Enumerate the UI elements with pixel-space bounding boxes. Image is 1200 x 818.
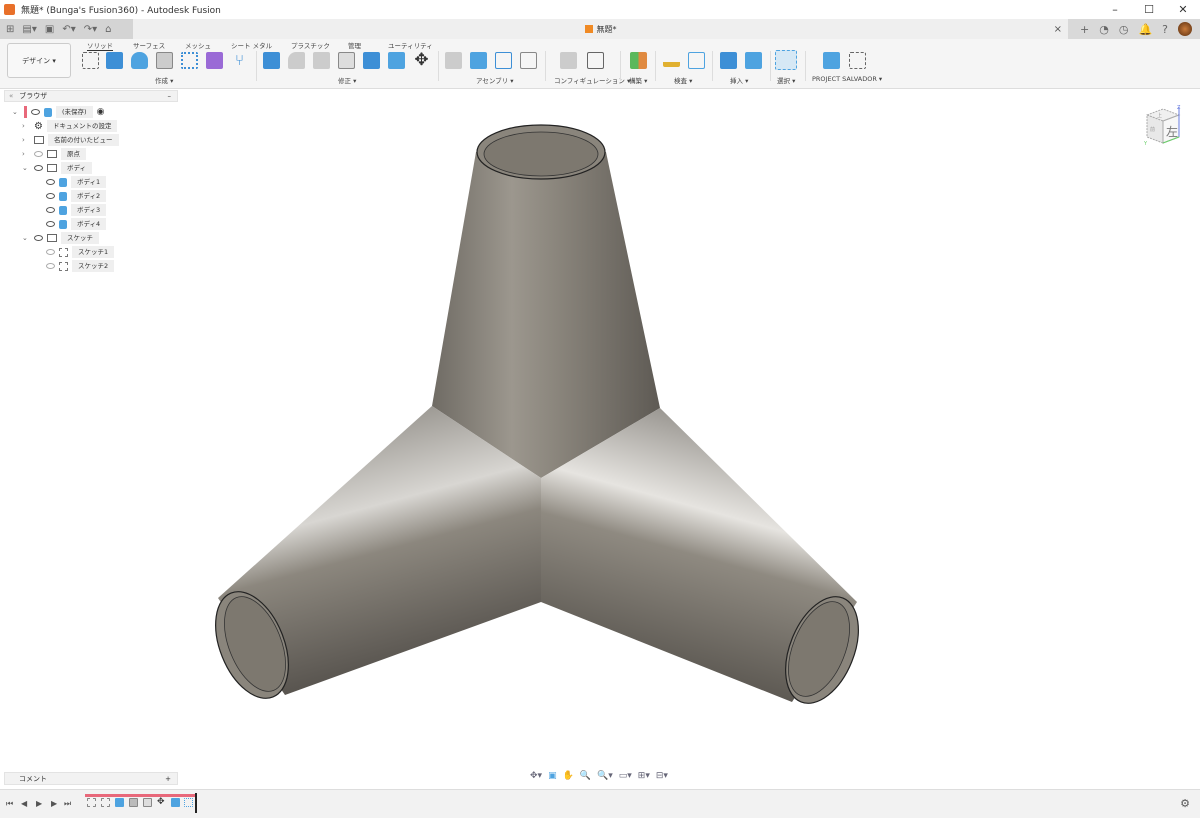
go-to-end-button[interactable]: ⏭ xyxy=(64,799,71,809)
z-axis-label: Z xyxy=(1177,105,1181,111)
timeline-circular-pattern-icon[interactable] xyxy=(184,798,193,807)
comments-label: コメント xyxy=(19,775,47,783)
look-at-icon[interactable]: ▣ xyxy=(548,771,557,781)
play-button[interactable]: ▶ xyxy=(36,799,42,808)
orbit-icon[interactable]: ✥▾ xyxy=(530,771,542,781)
comments-panel[interactable]: コメント + xyxy=(4,772,178,785)
add-comment-button[interactable]: + xyxy=(165,773,171,785)
timeline-sketch-icon[interactable] xyxy=(87,798,96,807)
viewports-icon[interactable]: ⊟▾ xyxy=(656,771,668,781)
fit-icon[interactable]: 🔍▾ xyxy=(597,771,613,781)
view-cube-top-label[interactable]: 上 xyxy=(1157,112,1162,119)
grid-settings-icon[interactable]: ⊞▾ xyxy=(638,771,650,781)
viewport-canvas[interactable] xyxy=(0,0,1200,818)
view-cube-front-label[interactable]: 前 xyxy=(1150,126,1155,133)
timeline-settings-icon[interactable]: ⚙ xyxy=(1180,797,1190,810)
timeline-plane-icon[interactable] xyxy=(171,798,180,807)
timeline-progress xyxy=(85,794,197,797)
timeline-loft-icon[interactable] xyxy=(129,798,138,807)
view-cube[interactable]: 左 上 前 Z Y xyxy=(1143,105,1183,147)
zoom-icon[interactable]: 🔍 xyxy=(580,771,591,781)
step-forward-button[interactable]: ▶ xyxy=(51,799,57,808)
timeline: ⏮ ◀ ▶ ▶ ⏭ ✥ ⚙ xyxy=(0,789,1200,818)
timeline-marker[interactable] xyxy=(195,793,197,813)
view-cube-face-label[interactable]: 左 xyxy=(1166,124,1178,139)
timeline-move-icon[interactable]: ✥ xyxy=(157,798,166,807)
timeline-revolve-icon[interactable] xyxy=(115,798,124,807)
y-axis-label: Y xyxy=(1143,141,1148,145)
navigation-bar: ✥▾ ▣ ✋ 🔍 🔍▾ ▭▾ ⊞▾ ⊟▾ xyxy=(530,771,668,781)
step-back-button[interactable]: ◀ xyxy=(21,799,27,808)
timeline-pattern-icon[interactable] xyxy=(143,798,152,807)
timeline-sketch-icon[interactable] xyxy=(101,798,110,807)
display-settings-icon[interactable]: ▭▾ xyxy=(619,771,632,781)
tetrapod-model[interactable] xyxy=(201,124,872,714)
pan-icon[interactable]: ✋ xyxy=(563,771,574,781)
go-to-start-button[interactable]: ⏮ xyxy=(6,799,13,809)
